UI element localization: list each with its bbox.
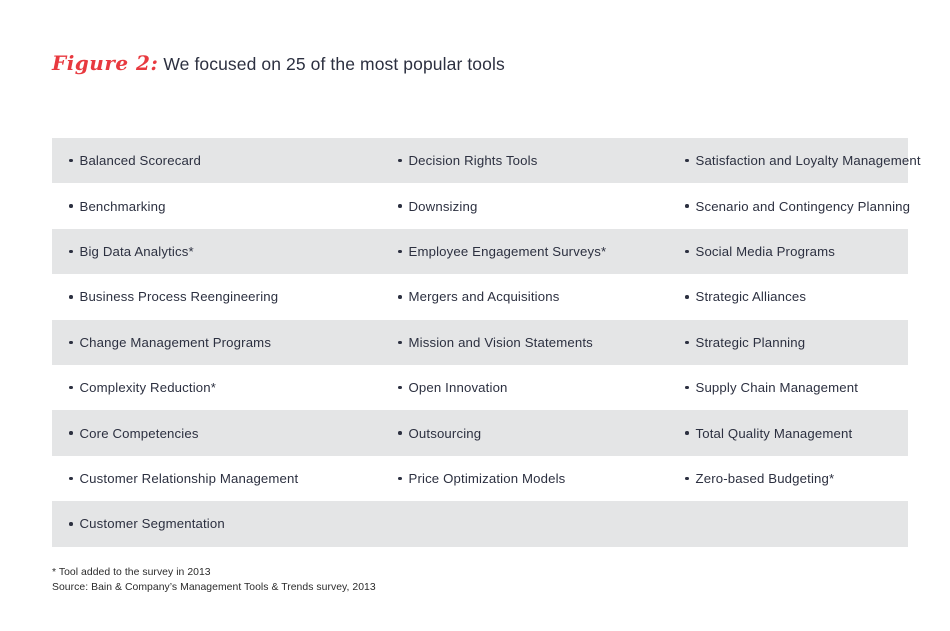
tool-list-item: Big Data Analytics* [52, 229, 384, 274]
figure-title: Figure 2: We focused on 25 of the most po… [52, 53, 505, 74]
tool-name-label: Downsizing [408, 198, 478, 214]
bullet-icon [398, 204, 402, 208]
tool-name-label: Price Optimization Models [408, 470, 566, 486]
footnote-asterisk: * Tool added to the survey in 2013 [52, 567, 211, 578]
tool-list-item: Price Optimization Models [384, 456, 671, 501]
figure-number-label: Figure 2: [52, 51, 159, 75]
table-row: Customer Relationship Management Price Op… [52, 455, 908, 502]
bullet-icon [398, 295, 402, 299]
tool-name-label: Core Competencies [79, 425, 199, 441]
bullet-icon [69, 295, 73, 299]
footnote-source: Source: Bain & Company’s Management Tool… [52, 582, 376, 593]
tool-list-item: Mergers and Acquisitions [384, 274, 671, 319]
bullet-icon [685, 431, 689, 435]
tool-list-item: Balanced Scorecard [52, 138, 384, 183]
tool-list-item: Downsizing [384, 183, 671, 228]
tool-name-label: Strategic Alliances [695, 289, 807, 305]
tool-name-label: Business Process Reengineering [79, 289, 279, 305]
tool-list-item: Zero-based Budgeting* [671, 456, 908, 501]
bullet-icon [69, 385, 73, 390]
tool-name-label: Mission and Vision Statements [408, 334, 593, 350]
tool-list-item: Complexity Reduction* [52, 365, 384, 410]
tool-name-label: Total Quality Management [695, 425, 853, 441]
tool-name-label: Strategic Planning [695, 334, 806, 350]
tool-list-item-empty [384, 501, 671, 546]
table-row: Business Process Reengineering Mergers an… [52, 274, 908, 320]
bullet-icon [69, 249, 73, 254]
tool-name-label: Zero-based Budgeting* [695, 470, 835, 486]
tool-list-item: Strategic Alliances [671, 274, 908, 319]
table-row: Benchmarking Downsizing Scenario and Conti… [52, 183, 911, 229]
tool-name-label: Change Management Programs [79, 334, 272, 350]
tool-list-item: Satisfaction and Loyalty Management [671, 138, 921, 183]
tool-name-label: Customer Segmentation [79, 516, 225, 532]
bullet-icon [685, 476, 689, 481]
tool-list-item: Total Quality Management [671, 410, 908, 455]
tool-name-label: Complexity Reduction* [79, 380, 217, 396]
tool-name-label: Open Innovation [408, 380, 508, 396]
tool-list-item: Customer Segmentation [52, 501, 384, 546]
bullet-icon [69, 340, 73, 344]
tool-name-label: Balanced Scorecard [79, 153, 201, 169]
tool-list-item: Benchmarking [52, 183, 384, 228]
bullet-icon [398, 385, 402, 390]
tool-list-item: Decision Rights Tools [384, 138, 671, 183]
table-row: Core Competencies Outsourcing Total Qualit… [52, 410, 908, 456]
tool-name-label: Decision Rights Tools [408, 153, 538, 169]
bullet-icon [685, 340, 689, 344]
bullet-icon [685, 158, 689, 163]
tool-name-label: Benchmarking [79, 198, 166, 214]
bullet-icon [685, 385, 689, 390]
table-row: Big Data Analytics* Employee Engagement S… [52, 228, 908, 275]
tool-list-item: Employee Engagement Surveys* [384, 229, 671, 274]
tool-list-item: Strategic Planning [671, 320, 908, 365]
bullet-icon [398, 476, 402, 481]
table-row: Customer Segmentation [52, 501, 908, 547]
bullet-icon [69, 158, 73, 163]
table-row: Complexity Reduction* Open Innovation Supp… [52, 364, 908, 411]
tools-table: Balanced Scorecard Decision Rights Tools S… [52, 138, 921, 547]
footnotes: * Tool added to the survey in 2013 Sourc… [52, 565, 376, 595]
tool-list-item: Outsourcing [384, 410, 671, 455]
tool-name-label: Big Data Analytics* [79, 243, 194, 259]
tool-list-item: Mission and Vision Statements [384, 320, 671, 365]
tool-list-item: Supply Chain Management [671, 365, 908, 410]
bullet-icon [69, 204, 73, 208]
tool-name-label: Employee Engagement Surveys* [408, 243, 607, 259]
bullet-icon [398, 340, 402, 344]
bullet-icon [398, 158, 402, 163]
figure-headline: We focused on 25 of the most popular too… [163, 54, 505, 74]
tool-name-label: Social Media Programs [695, 243, 835, 259]
tool-name-label: Mergers and Acquisitions [408, 289, 560, 305]
bullet-icon [69, 476, 73, 481]
tool-name-label: Customer Relationship Management [79, 470, 299, 486]
bullet-icon [69, 431, 73, 435]
bullet-icon [685, 204, 689, 208]
tool-name-label: Outsourcing [408, 425, 482, 441]
tool-list-item: Business Process Reengineering [52, 274, 384, 319]
tool-list-item: Core Competencies [52, 410, 384, 455]
bullet-icon [685, 295, 689, 299]
tool-list-item: Scenario and Contingency Planning [671, 183, 911, 228]
tool-list-item: Customer Relationship Management [52, 456, 384, 501]
tool-list-item-empty [671, 501, 908, 546]
tool-name-label: Satisfaction and Loyalty Management [695, 153, 921, 169]
tool-list-item: Change Management Programs [52, 320, 384, 365]
bullet-icon [685, 249, 689, 254]
bullet-icon [398, 249, 402, 254]
table-row: Balanced Scorecard Decision Rights Tools S… [52, 138, 921, 184]
tool-list-item: Open Innovation [384, 365, 671, 410]
table-row: Change Management Programs Mission and Vi… [52, 319, 908, 365]
bullet-icon [69, 522, 73, 526]
tool-name-label: Supply Chain Management [695, 380, 859, 396]
bullet-icon [398, 431, 402, 435]
tool-name-label: Scenario and Contingency Planning [695, 198, 911, 214]
tool-list-item: Social Media Programs [671, 229, 908, 274]
